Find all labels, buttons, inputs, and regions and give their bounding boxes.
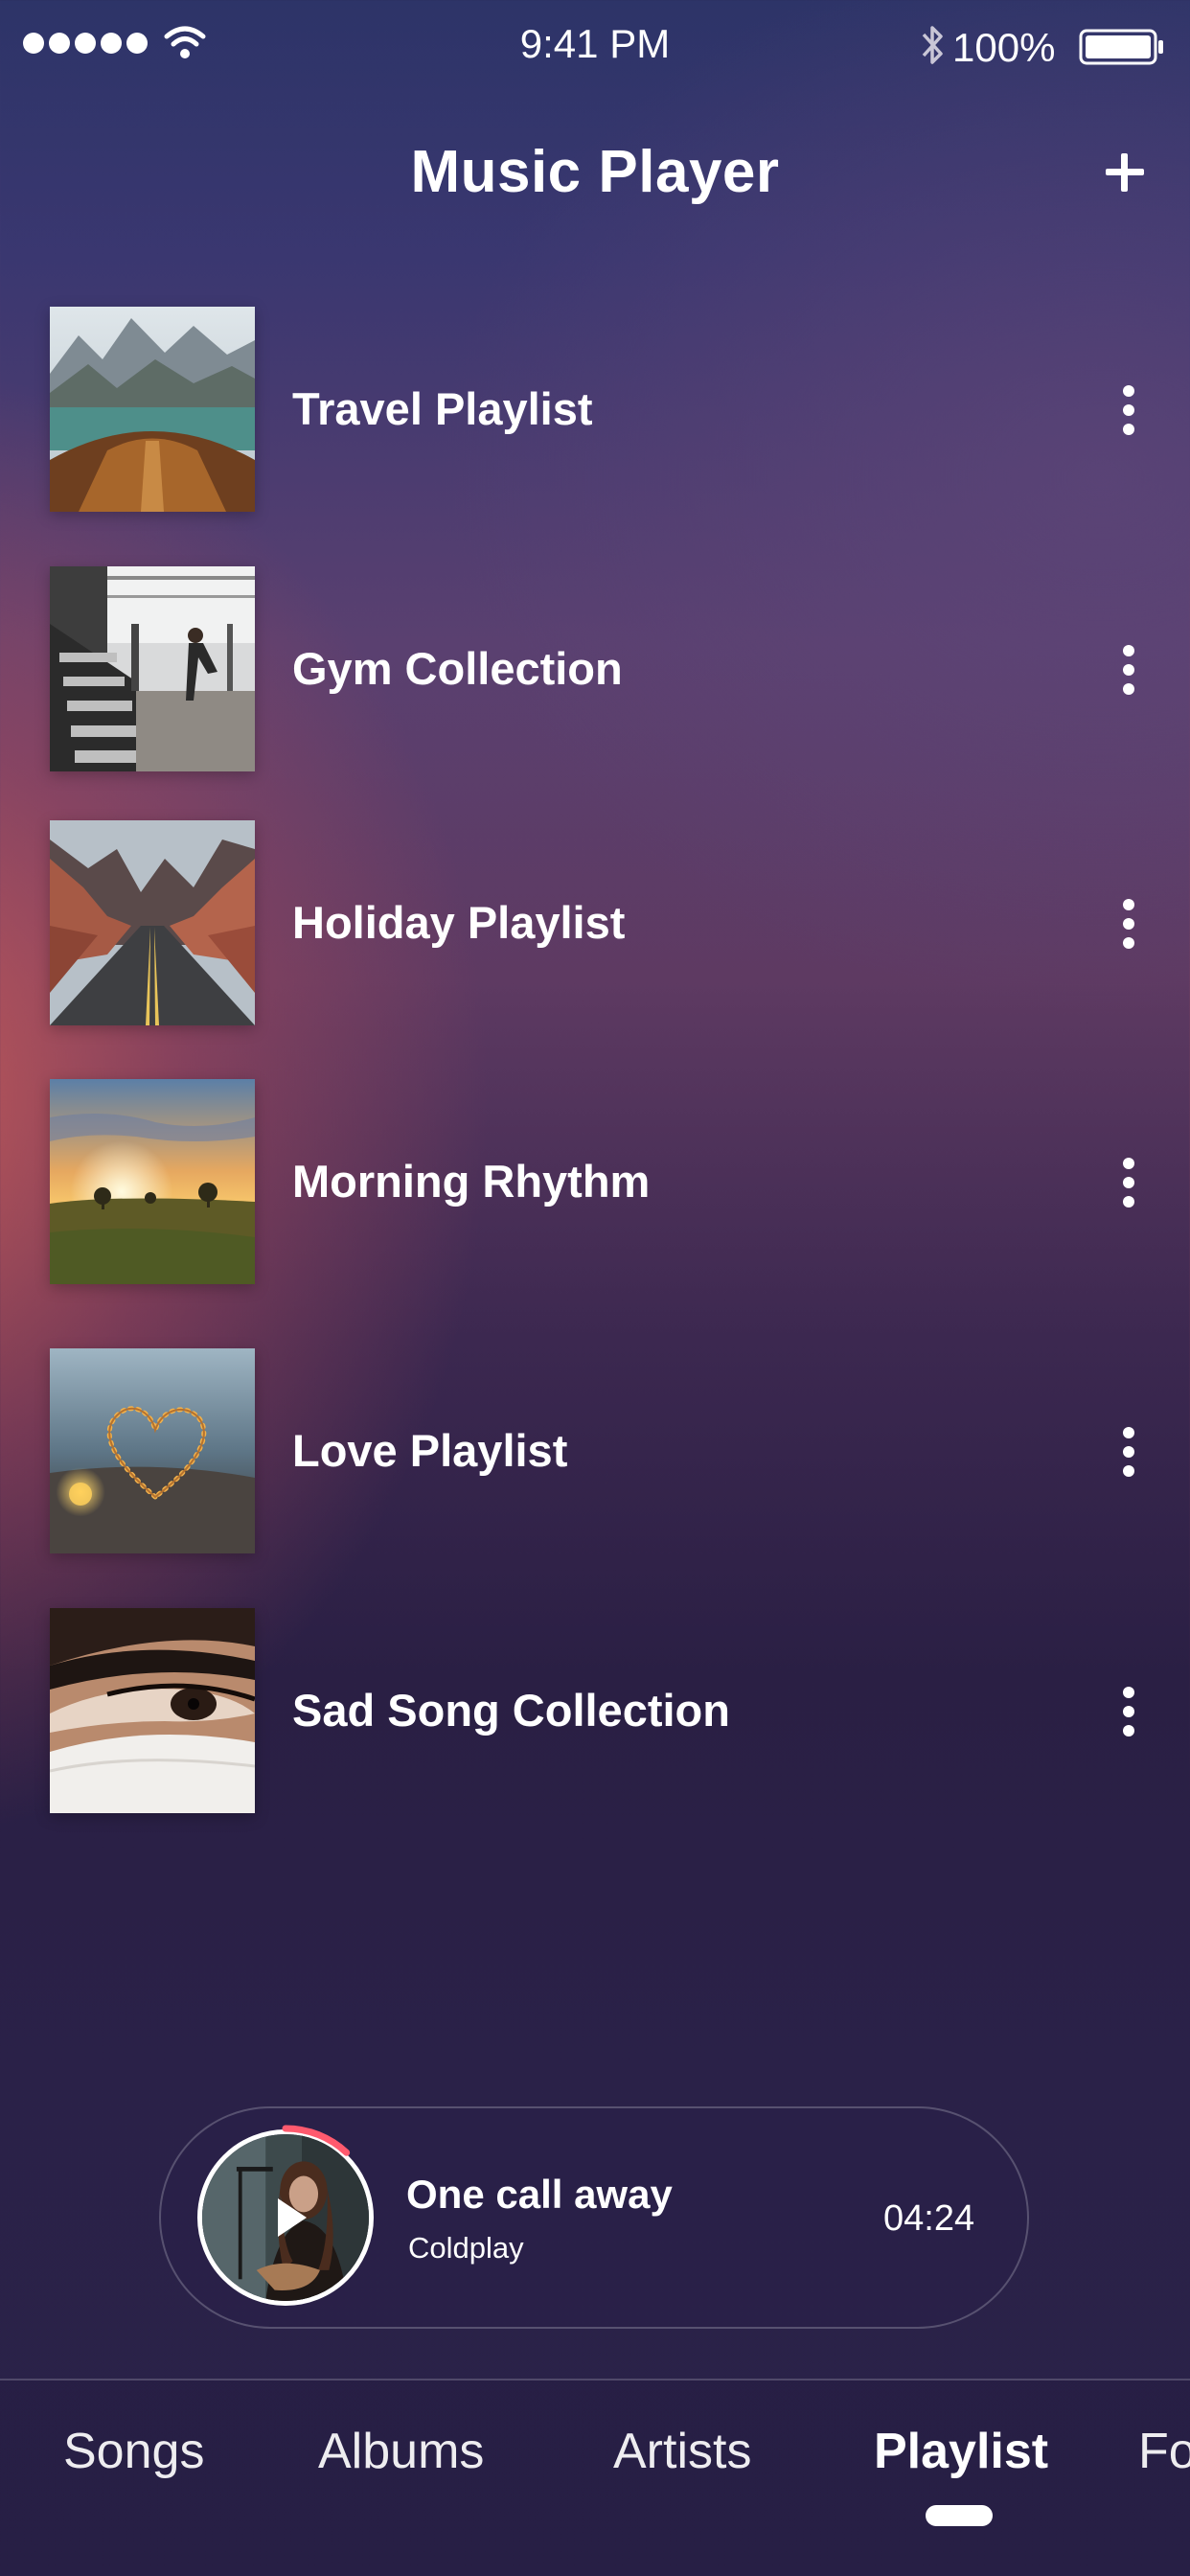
now-playing-artist: Coldplay (408, 2231, 524, 2265)
now-playing-title: One call away (406, 2172, 673, 2217)
now-playing-bar[interactable]: One call away Coldplay 04:24 (159, 2106, 1029, 2329)
gym-dumbbells-image (50, 566, 255, 771)
playlist-item-travel[interactable]: Travel Playlist (0, 307, 1190, 514)
playlist-label: Love Playlist (292, 1425, 568, 1476)
tab-artists[interactable]: Artists (613, 2423, 751, 2480)
playlist-item-morning[interactable]: Morning Rhythm (0, 1079, 1190, 1286)
eye-closeup-image (50, 1608, 255, 1813)
playlist-label: Gym Collection (292, 643, 623, 694)
playlist-item-gym[interactable]: Gym Collection (0, 566, 1190, 773)
playlist-label: Holiday Playlist (292, 897, 626, 948)
now-playing-duration: 04:24 (883, 2198, 975, 2239)
desert-road-image (50, 820, 255, 1025)
now-playing-artwork[interactable] (192, 2124, 379, 2312)
battery-percent: 100% (952, 25, 1056, 70)
playlist-item-holiday[interactable]: Holiday Playlist (0, 820, 1190, 1027)
more-options-icon[interactable] (1111, 884, 1146, 964)
status-bar: 9:41 PM 100% (0, 0, 1190, 92)
tab-bar: Songs Albums Artists Playlist Fo (0, 2380, 1190, 2576)
page-title: Music Player (410, 139, 780, 205)
playlist-item-love[interactable]: Love Playlist (0, 1348, 1190, 1555)
playlist-label: Sad Song Collection (292, 1685, 730, 1736)
play-icon[interactable] (263, 2191, 316, 2244)
mountain-lake-boat-image (50, 307, 255, 512)
tab-playlist[interactable]: Playlist (874, 2423, 1048, 2480)
more-options-icon[interactable] (1111, 630, 1146, 710)
playlist-label: Travel Playlist (292, 383, 593, 434)
battery-icon (1079, 29, 1163, 65)
add-playlist-button[interactable] (1102, 146, 1156, 199)
tab-albums[interactable]: Albums (318, 2423, 484, 2480)
playlist-label: Morning Rhythm (292, 1156, 651, 1207)
active-tab-indicator (926, 2505, 993, 2526)
playlist-item-sad[interactable]: Sad Song Collection (0, 1608, 1190, 1815)
sunrise-field-image (50, 1079, 255, 1284)
more-options-icon[interactable] (1111, 1412, 1146, 1492)
tab-songs[interactable]: Songs (63, 2423, 204, 2480)
more-options-icon[interactable] (1111, 1671, 1146, 1752)
heart-lights-image (50, 1348, 255, 1553)
tab-fo[interactable]: Fo (1138, 2423, 1190, 2480)
more-options-icon[interactable] (1111, 370, 1146, 450)
more-options-icon[interactable] (1111, 1142, 1146, 1223)
bluetooth-icon (922, 26, 943, 64)
